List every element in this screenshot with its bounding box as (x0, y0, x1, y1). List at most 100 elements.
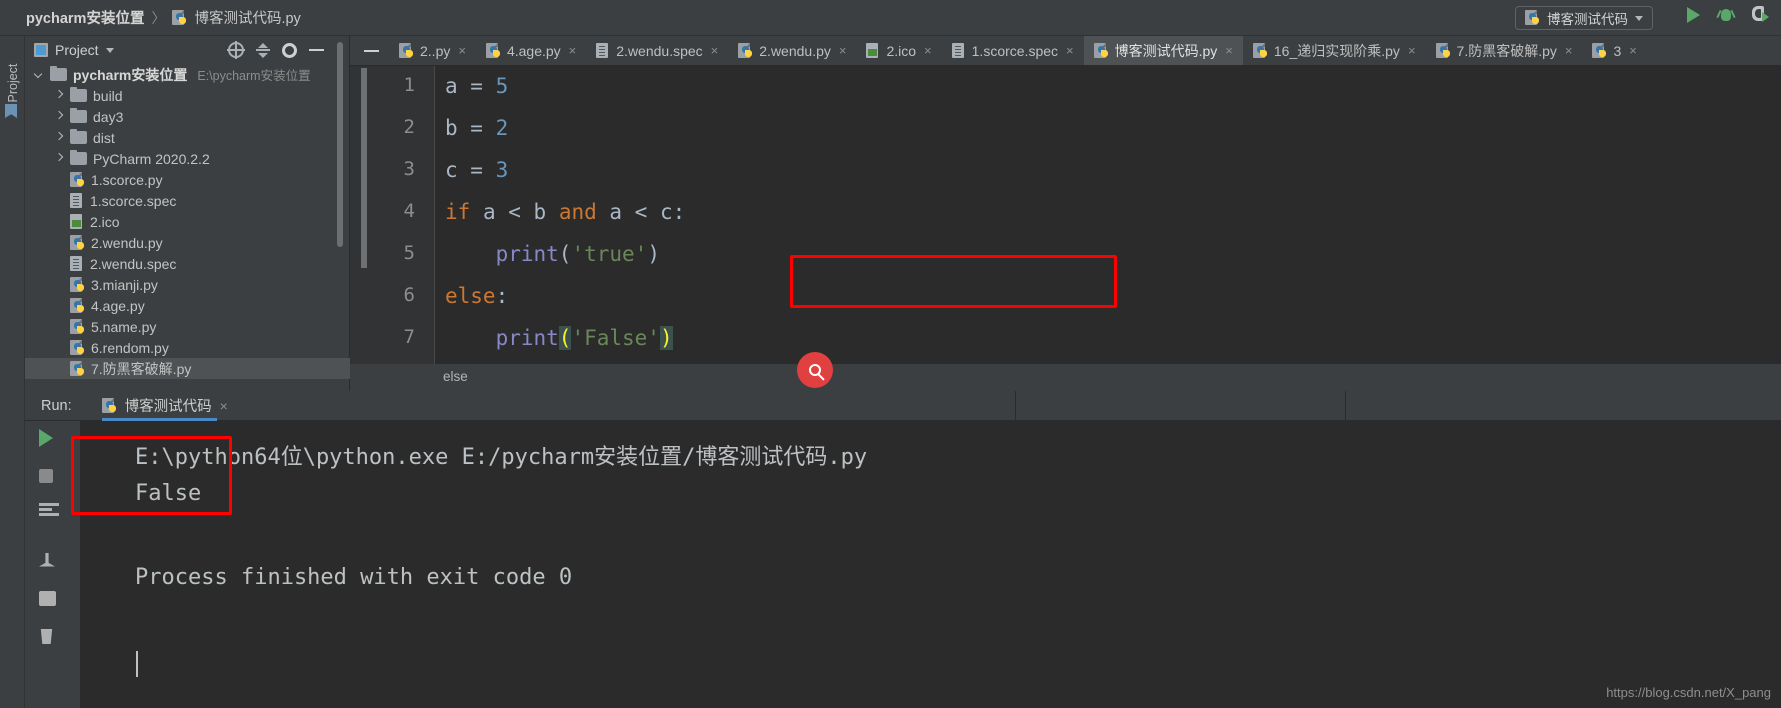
soft-wrap-icon[interactable] (39, 503, 59, 517)
code-editor[interactable]: 1a = 52b = 23c = 3 4 if a < b and a < c: 5 … (350, 66, 1781, 364)
code-line[interactable]: print('true') (445, 242, 660, 266)
code-token: a < c: (596, 200, 686, 224)
run-tab-label: 博客测试代码 (124, 399, 212, 415)
tree-row[interactable]: PyCharm 2020.2.2 (25, 148, 350, 169)
code-line[interactable]: c = 3 (445, 158, 508, 182)
editor-tab[interactable]: 7.防黑客破解.py × (1426, 36, 1583, 65)
code-line[interactable]: b = 2 (445, 116, 508, 140)
close-icon[interactable]: × (1225, 43, 1233, 58)
close-icon[interactable]: × (924, 43, 932, 58)
code-line[interactable]: if a < b and a < c: (445, 200, 685, 224)
code-line[interactable]: else: (445, 284, 508, 308)
tree-row[interactable]: dist (25, 127, 350, 148)
tab-hide-icon[interactable] (350, 36, 389, 65)
breadcrumb-project[interactable]: pycharm安装位置 (26, 7, 144, 28)
close-icon[interactable]: × (711, 43, 719, 58)
editor-breadcrumb-strip: else (350, 364, 1781, 392)
project-icon (34, 43, 48, 57)
folder-icon (70, 87, 87, 102)
close-icon[interactable]: × (1066, 43, 1074, 58)
tree-row[interactable]: 3.mianji.py (25, 274, 350, 295)
chevron-right-icon[interactable] (55, 133, 64, 142)
close-icon[interactable]: × (1565, 43, 1573, 58)
editor-tab[interactable]: 4.age.py × (476, 36, 586, 65)
tree-row[interactable]: 7.防黑客破解.py (25, 358, 350, 379)
debug-icon[interactable] (1716, 7, 1736, 23)
tree-row[interactable]: 1.scorce.py (25, 169, 350, 190)
project-panel-actions (227, 36, 324, 64)
tree-row[interactable]: 6.rendom.py (25, 337, 350, 358)
editor-tab-label: 3 (1613, 42, 1622, 59)
collapse-all-icon[interactable] (256, 43, 270, 58)
image-file-icon (866, 42, 880, 59)
close-icon[interactable]: × (839, 43, 847, 58)
run-icon[interactable] (1687, 6, 1700, 23)
tree-row[interactable]: 5.name.py (25, 316, 350, 337)
editor-tab-label: 1.scorce.spec (971, 42, 1059, 59)
stop-icon[interactable] (39, 469, 53, 483)
line-number: 2 (403, 116, 415, 138)
breadcrumb-separator: 〉 (151, 9, 166, 26)
line-number: 6 (403, 284, 415, 306)
tree-row[interactable]: 1.scorce.spec (25, 190, 350, 211)
run-configuration-selector[interactable]: 博客测试代码 (1515, 6, 1653, 30)
pin-icon[interactable] (39, 553, 55, 567)
chevron-down-icon[interactable] (35, 70, 44, 79)
trash-icon[interactable] (40, 629, 53, 644)
python-file-icon (1435, 42, 1451, 59)
editor-tab[interactable]: 2..py × (389, 36, 476, 65)
editor-tab[interactable]: 博客测试代码.py × (1083, 36, 1243, 65)
chevron-right-icon[interactable] (55, 91, 64, 100)
tree-item-label: build (93, 87, 123, 104)
tree-row[interactable]: 4.age.py (25, 295, 350, 316)
run-coverage-icon[interactable] (1752, 6, 1769, 23)
editor-tab[interactable]: 2.wendu.py × (728, 36, 856, 65)
tree-row[interactable]: build (25, 85, 350, 106)
editor-tab-label: 16_递归实现阶乘.py (1273, 42, 1400, 59)
chevron-down-icon[interactable] (105, 47, 114, 53)
code-line[interactable]: print('False') (445, 326, 673, 350)
run-tab[interactable]: 博客测试代码 × (101, 391, 228, 421)
close-icon[interactable]: × (1408, 43, 1416, 58)
editor-tab[interactable]: 2.ico × (856, 36, 941, 65)
tree-row[interactable]: 2.ico (25, 211, 350, 232)
tree-item-label: 1.scorce.py (91, 171, 163, 188)
search-everywhere-button[interactable] (797, 352, 833, 388)
code-token: c (445, 158, 458, 182)
editor-tab[interactable]: 1.scorce.spec × (942, 36, 1084, 65)
hide-panel-icon[interactable] (309, 49, 324, 51)
breadcrumb: pycharm安装位置 〉 博客测试代码.py (0, 7, 301, 28)
rerun-icon[interactable] (39, 429, 53, 447)
close-icon[interactable]: × (569, 43, 577, 58)
tree-row-root[interactable]: pycharm安装位置 E:\pycharm安装位置 (25, 64, 350, 85)
close-icon[interactable]: × (220, 398, 228, 414)
code-line[interactable]: a = 5 (445, 74, 508, 98)
tree-row[interactable]: 2.wendu.spec (25, 253, 350, 274)
code-token: ( (558, 242, 572, 266)
minus-icon (364, 49, 379, 52)
gear-icon[interactable] (282, 42, 297, 58)
locate-file-icon[interactable] (227, 41, 245, 59)
project-file-tree[interactable]: pycharm安装位置 E:\pycharm安装位置 build day3 dist Py… (25, 64, 350, 391)
project-tree-scrollbar[interactable] (337, 42, 343, 247)
tree-row[interactable]: day3 (25, 106, 350, 127)
print-icon[interactable] (39, 591, 56, 606)
python-file-icon (70, 276, 85, 293)
run-console-output[interactable]: E:\python64位\python.exe E:/pycharm安装位置/博… (80, 421, 1781, 708)
breadcrumb-file[interactable]: 博客测试代码.py (194, 7, 300, 28)
editor-tab[interactable]: 3 × (1582, 36, 1646, 65)
editor-tab[interactable]: 2.wendu.spec × (586, 36, 728, 65)
chevron-right-icon[interactable] (55, 112, 64, 121)
chevron-right-icon[interactable] (55, 154, 64, 163)
editor-tab[interactable]: 16_递归实现阶乘.py × (1243, 36, 1426, 65)
tree-item-label: 2.wendu.py (91, 234, 163, 251)
close-icon[interactable]: × (458, 43, 466, 58)
close-icon[interactable]: × (1629, 43, 1637, 58)
editor-tab-bar[interactable]: 2..py × 4.age.py × 2.wendu.spec × 2.wendu.py × 2… (350, 36, 1781, 66)
tree-row[interactable]: 2.wendu.py (25, 232, 350, 253)
